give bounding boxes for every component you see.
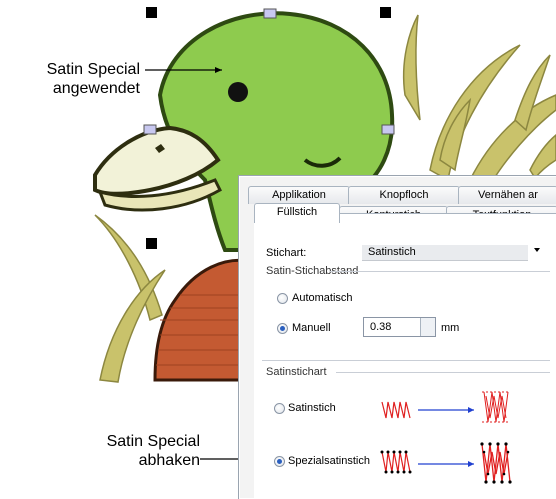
- special-satin-radio[interactable]: [274, 456, 285, 467]
- satin-stitch-diagram: [380, 391, 512, 484]
- chevron-down-icon[interactable]: [534, 248, 540, 252]
- satin-group-divider: [336, 372, 550, 373]
- stitch-type-label: Stichart:: [266, 247, 307, 259]
- manual-label: Manuell: [292, 322, 331, 334]
- tab-vernaehen[interactable]: Vernähen ar: [458, 186, 556, 204]
- spacing-unit: mm: [441, 322, 460, 334]
- zigzag-before-icon: [381, 401, 411, 419]
- callout-bottom-line2: abhaken: [138, 452, 200, 469]
- tab-knopfloch[interactable]: Knopfloch: [348, 186, 460, 204]
- stitch-type-value: Satinstich: [368, 246, 416, 258]
- spacing-group-divider: [330, 271, 550, 272]
- special-zigzag-before-icon: [381, 451, 411, 473]
- callout-bottom: Satin Special abhaken: [60, 432, 200, 470]
- satin-label: Satinstich: [288, 402, 336, 414]
- group-divider: [262, 360, 550, 361]
- callout-top-line1: Satin Special: [46, 61, 140, 78]
- special-zigzag-after-icon: [481, 443, 511, 483]
- tab-fuellstich[interactable]: Füllstich: [254, 203, 340, 223]
- satin-group-title: Satinstichart: [266, 366, 327, 378]
- auto-radio[interactable]: [277, 293, 288, 304]
- auto-label: Automatisch: [292, 292, 353, 304]
- manual-radio[interactable]: [277, 323, 288, 334]
- callout-top-line2: angewendet: [52, 80, 140, 97]
- spacing-spinbox[interactable]: 0.38: [363, 317, 436, 337]
- satin-radio[interactable]: [274, 403, 285, 414]
- spin-down-button[interactable]: [420, 327, 435, 336]
- callout-bottom-line1: Satin Special: [106, 433, 200, 450]
- zigzag-after-icon: [482, 391, 510, 423]
- special-satin-label: Spezialsatinstich: [288, 455, 370, 467]
- stitch-type-dropdown[interactable]: Satinstich: [362, 245, 548, 261]
- callout-top: Satin Special angewendet: [10, 60, 140, 98]
- duck-beak-illustration: [93, 125, 221, 196]
- tab-applikation[interactable]: Applikation: [248, 186, 350, 204]
- spacing-value: 0.38: [370, 321, 392, 333]
